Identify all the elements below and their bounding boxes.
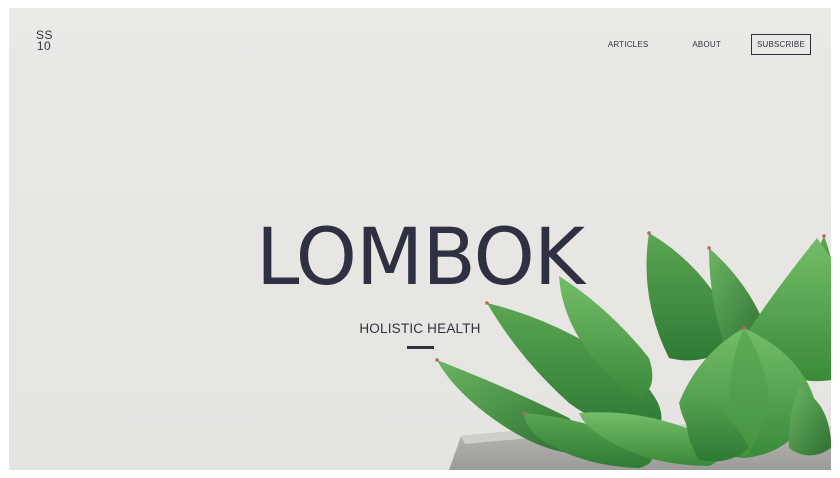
nav-link-about[interactable]: ABOUT: [692, 40, 721, 49]
hero-divider: [407, 346, 434, 349]
hero-frame: SS 10 ARTICLES ABOUT SUBSCRIBE LOMBOK HO…: [9, 8, 831, 470]
nav-link-articles[interactable]: ARTICLES: [608, 40, 649, 49]
top-nav: ARTICLES ABOUT SUBSCRIBE: [608, 34, 811, 55]
subscribe-button[interactable]: SUBSCRIBE: [750, 34, 811, 55]
site-logo[interactable]: SS 10: [36, 29, 53, 53]
logo-line-2: 10: [36, 39, 52, 53]
hero-subtitle: HOLISTIC HEALTH: [359, 321, 481, 336]
hero-title: LOMBOK: [255, 213, 585, 303]
